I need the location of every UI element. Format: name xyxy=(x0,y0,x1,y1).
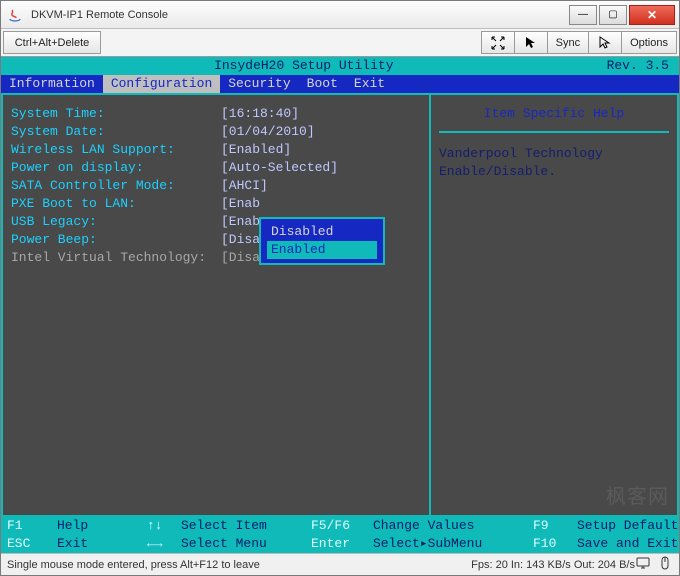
footer-key: F1 xyxy=(7,517,57,535)
ctrl-alt-del-button[interactable]: Ctrl+Alt+Delete xyxy=(3,31,101,54)
toolbar-right: Sync Options xyxy=(481,31,677,54)
footer-action: Select▸SubMenu xyxy=(373,535,533,553)
config-label: Power Beep: xyxy=(11,231,221,249)
close-button[interactable]: ✕ xyxy=(629,5,675,25)
config-row[interactable]: Power on display:[Auto-Selected] xyxy=(11,159,421,177)
config-value: [Enabled] xyxy=(221,141,291,159)
toolbar: Ctrl+Alt+Delete Sync Options xyxy=(1,29,679,57)
config-row[interactable]: System Date:[01/04/2010] xyxy=(11,123,421,141)
cursor-icon xyxy=(523,35,539,51)
bios-menu-configuration[interactable]: Configuration xyxy=(103,75,220,93)
footer-action: Select Menu xyxy=(181,535,311,553)
bios-config-panel: System Time:[16:18:40]System Date:[01/04… xyxy=(1,93,431,517)
footer-symbol: ↑↓ xyxy=(147,517,181,535)
java-icon xyxy=(7,7,23,23)
config-label: Wireless LAN Support: xyxy=(11,141,221,159)
config-label: Power on display: xyxy=(11,159,221,177)
config-label: PXE Boot to LAN: xyxy=(11,195,221,213)
bios-menu-information[interactable]: Information xyxy=(1,75,103,93)
bios-menu: InformationConfigurationSecurityBootExit xyxy=(1,75,679,93)
bios-footer: F1 Help ↑↓ Select Item F5/F6 Change Valu… xyxy=(1,517,679,553)
footer-key: ESC xyxy=(7,535,57,553)
status-metrics: Fps: 20 In: 143 KB/s Out: 204 B/s xyxy=(471,559,635,571)
config-value: [16:18:40] xyxy=(221,105,299,123)
status-icons xyxy=(635,555,673,574)
options-button[interactable]: Options xyxy=(622,31,677,54)
config-label: System Date: xyxy=(11,123,221,141)
popup-option-enabled[interactable]: Enabled xyxy=(267,241,377,259)
cursor-alt-button[interactable] xyxy=(589,31,622,54)
footer-key: Enter xyxy=(311,535,373,553)
bios-menu-boot[interactable]: Boot xyxy=(299,75,346,93)
footer-action: Save and Exit xyxy=(577,535,678,553)
config-label: Intel Virtual Technology: xyxy=(11,249,221,267)
footer-action: Select Item xyxy=(181,517,311,535)
config-value: [Disa xyxy=(221,249,260,267)
footer-key: F9 xyxy=(533,517,577,535)
app-window: DKVM-IP1 Remote Console — ▢ ✕ Ctrl+Alt+D… xyxy=(0,0,680,576)
statusbar: Single mouse mode entered, press Alt+F12… xyxy=(1,553,679,575)
cursor-mode-button[interactable] xyxy=(515,31,548,54)
toolbar-spacer xyxy=(103,29,479,56)
config-row[interactable]: PXE Boot to LAN:[Enab xyxy=(11,195,421,213)
config-value: [Enab xyxy=(221,195,260,213)
remote-screen[interactable]: InsydeH20 Setup Utility Rev. 3.5 Informa… xyxy=(1,57,679,553)
bios-help-panel: Item Specific Help Vanderpool Technology… xyxy=(431,93,679,517)
help-title: Item Specific Help xyxy=(439,105,669,133)
popup-option-disabled[interactable]: Disabled xyxy=(267,223,377,241)
config-label: SATA Controller Mode: xyxy=(11,177,221,195)
bios-menu-security[interactable]: Security xyxy=(220,75,298,93)
bios-title: InsydeH20 Setup Utility xyxy=(1,57,607,75)
config-label: USB Legacy: xyxy=(11,213,221,231)
footer-action: Help xyxy=(57,517,147,535)
footer-key: F10 xyxy=(533,535,577,553)
bios-revision: Rev. 3.5 xyxy=(607,57,679,75)
titlebar: DKVM-IP1 Remote Console — ▢ ✕ xyxy=(1,1,679,29)
window-title: DKVM-IP1 Remote Console xyxy=(29,9,569,21)
minimize-button[interactable]: — xyxy=(569,5,597,25)
help-text: Vanderpool Technology Enable/Disable. xyxy=(439,145,669,181)
config-label: System Time: xyxy=(11,105,221,123)
footer-key: F5/F6 xyxy=(311,517,373,535)
expand-arrows-icon xyxy=(490,35,506,51)
fit-screen-button[interactable] xyxy=(481,31,515,54)
footer-symbol: ←→ xyxy=(147,535,181,553)
bios-body: System Time:[16:18:40]System Date:[01/04… xyxy=(1,93,679,517)
config-row[interactable]: System Time:[16:18:40] xyxy=(11,105,421,123)
option-popup: Disabled Enabled xyxy=(259,217,385,265)
maximize-button[interactable]: ▢ xyxy=(599,5,627,25)
footer-action: Exit xyxy=(57,535,147,553)
bios-menu-exit[interactable]: Exit xyxy=(346,75,393,93)
config-value: [Disa xyxy=(221,231,260,249)
config-value: [Auto-Selected] xyxy=(221,159,338,177)
bios-screen: InsydeH20 Setup Utility Rev. 3.5 Informa… xyxy=(1,57,679,553)
config-value: [Enab xyxy=(221,213,260,231)
config-value: [AHCI] xyxy=(221,177,268,195)
config-row[interactable]: Wireless LAN Support:[Enabled] xyxy=(11,141,421,159)
window-controls: — ▢ ✕ xyxy=(569,5,675,25)
status-message: Single mouse mode entered, press Alt+F12… xyxy=(7,559,471,571)
config-value: [01/04/2010] xyxy=(221,123,315,141)
mouse-icon xyxy=(657,555,673,574)
monitor-icon xyxy=(635,555,651,574)
sync-button[interactable]: Sync xyxy=(548,31,589,54)
config-row[interactable]: SATA Controller Mode:[AHCI] xyxy=(11,177,421,195)
bios-header: InsydeH20 Setup Utility Rev. 3.5 xyxy=(1,57,679,75)
footer-action: Change Values xyxy=(373,517,533,535)
cursor-outline-icon xyxy=(597,35,613,51)
footer-action: Setup Default xyxy=(577,517,678,535)
